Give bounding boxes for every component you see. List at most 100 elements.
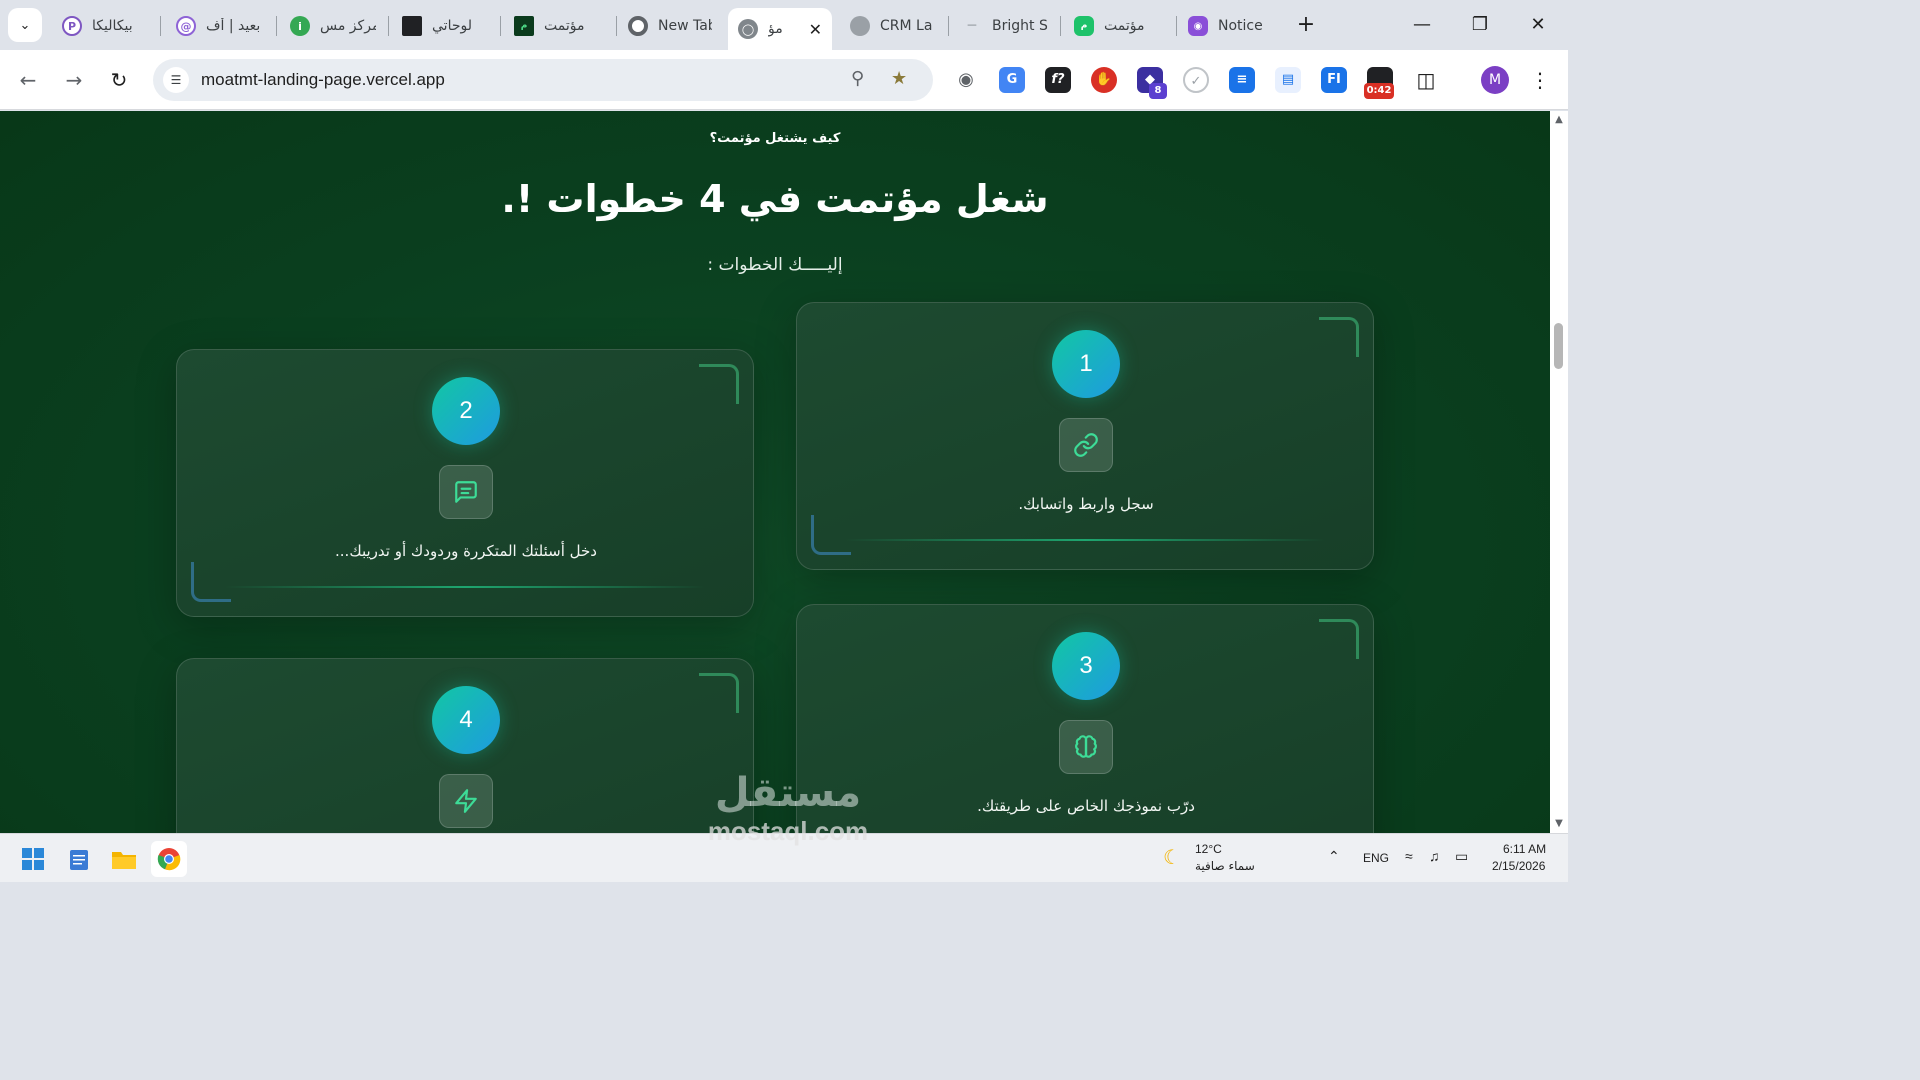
browser-tab-active[interactable]: ◯ مؤ ✕ <box>728 8 832 50</box>
close-tab-icon[interactable]: ✕ <box>801 20 822 39</box>
bolt-icon <box>439 774 493 828</box>
zoom-icon[interactable]: ⚲ <box>851 68 864 89</box>
tab-title: بعيد | أف <box>206 18 261 34</box>
step-card-4: 4 <box>176 658 754 833</box>
minimize-window-button[interactable]: — <box>1402 8 1442 42</box>
step-description: دخل أسئلتك المتكررة وردودك أو تدريبك... <box>335 542 597 560</box>
tab-separator <box>1176 16 1177 36</box>
step-description: سجل واربط واتسابك. <box>1018 495 1154 513</box>
step-card-1: 1 سجل واربط واتسابك. <box>796 302 1374 570</box>
tab-title: لوحاتي <box>432 18 472 34</box>
card-corner-decoration <box>699 673 739 713</box>
step-number: 3 <box>1052 632 1120 700</box>
tab-title: بيكاليكا <box>92 18 133 34</box>
url-text[interactable]: moatmt-landing-page.vercel.app <box>201 70 445 90</box>
tab-title: Notice <box>1218 18 1263 34</box>
browser-tab[interactable]: @ بعيد | أف <box>166 8 274 44</box>
step-card-2: 2 دخل أسئلتك المتكررة وردودك أو تدريبك..… <box>176 349 754 617</box>
scrollbar-thumb[interactable] <box>1554 323 1563 369</box>
section-subheading: إليـــــك الخطوات : <box>707 255 843 275</box>
language-indicator[interactable]: ENG <box>1363 851 1389 865</box>
browser-tab[interactable]: م مؤتمت <box>1064 8 1174 44</box>
card-corner-decoration <box>1319 317 1359 357</box>
address-bar[interactable]: ☰ moatmt-landing-page.vercel.app ⚲ ★ <box>153 59 933 101</box>
eye-icon: ◉ <box>1188 16 1208 36</box>
fonts-extension-icon[interactable]: FI <box>1321 67 1347 93</box>
tab-title: مركز مس <box>320 18 376 34</box>
tab-title: مؤتمت <box>1104 18 1145 34</box>
pikalika-icon: P <box>62 16 82 36</box>
notepad-icon[interactable] <box>61 841 97 877</box>
card-corner-decoration <box>811 515 851 555</box>
baeed-icon: @ <box>176 16 196 36</box>
browser-tab[interactable]: ◉ Notice <box>1178 8 1284 44</box>
info-leaf-icon: i <box>290 16 310 36</box>
tray-overflow-chevron-icon[interactable]: ⌃ <box>1328 848 1340 865</box>
card-corner-decoration <box>1319 619 1359 659</box>
restore-window-button[interactable]: ❐ <box>1460 8 1500 42</box>
camera-extension-icon[interactable]: ◉ <box>953 67 979 93</box>
browser-tab[interactable]: لوحاتي <box>392 8 498 44</box>
back-button[interactable]: ← <box>12 64 44 96</box>
key-icon: ─ <box>967 18 977 34</box>
watermark-arabic: مستقل <box>714 770 862 816</box>
browser-menu-icon[interactable]: ⋮ <box>1530 66 1550 94</box>
file-explorer-icon[interactable] <box>106 841 142 877</box>
compass-extension-icon[interactable]: ✓ <box>1183 67 1209 93</box>
page-scrollbar[interactable] <box>1550 111 1568 833</box>
translate-extension-icon[interactable]: G <box>999 67 1025 93</box>
close-window-button[interactable]: ✕ <box>1518 8 1558 42</box>
extensions-puzzle-icon[interactable]: ◫ <box>1413 67 1439 93</box>
clock-date[interactable]: 2/15/2026 <box>1492 859 1545 873</box>
browser-tab[interactable]: م مؤتمت <box>504 8 614 44</box>
clock-time[interactable]: 6:11 AM <box>1503 842 1546 856</box>
link-icon <box>1059 418 1113 472</box>
reload-button[interactable]: ↻ <box>103 64 135 96</box>
moatmt-dark-icon: م <box>514 16 534 36</box>
forward-button[interactable]: → <box>58 64 90 96</box>
moon-weather-icon[interactable]: ☾ <box>1163 845 1181 869</box>
chrome-taskbar-icon[interactable] <box>151 841 187 877</box>
profile-avatar[interactable]: M <box>1481 66 1509 94</box>
tab-title: CRM La <box>880 18 933 34</box>
windows-start-icon[interactable] <box>15 841 51 877</box>
browser-tab[interactable]: P بيكاليكا <box>52 8 158 44</box>
ruler-extension-icon[interactable]: ≡ <box>1229 67 1255 93</box>
mostaql-watermark: مستقل mostaql.com <box>688 770 888 846</box>
formula-extension-icon[interactable]: f? <box>1045 67 1071 93</box>
adblock-extension-icon[interactable]: ✋ <box>1091 67 1117 93</box>
scroll-down-arrow-icon[interactable]: ▼ <box>1553 818 1565 829</box>
tab-separator <box>500 16 501 36</box>
brain-icon <box>1059 720 1113 774</box>
step-number: 1 <box>1052 330 1120 398</box>
moatmt-green-icon: م <box>1074 16 1094 36</box>
browser-tab[interactable]: CRM La <box>840 8 946 44</box>
step-number: 2 <box>432 377 500 445</box>
tab-separator <box>276 16 277 36</box>
browser-tab[interactable]: ─ Bright S <box>952 8 1058 44</box>
card-corner-decoration <box>699 364 739 404</box>
tab-separator <box>1060 16 1061 36</box>
battery-icon[interactable]: ▭ <box>1455 848 1468 865</box>
clipboard-extension-icon[interactable]: ▤ <box>1275 67 1301 93</box>
globe-icon <box>850 16 870 36</box>
wifi-icon[interactable]: ≈ <box>1405 848 1413 864</box>
card-corner-decoration <box>191 562 231 602</box>
tab-separator <box>948 16 949 36</box>
browser-tab[interactable]: New Tab <box>618 8 722 44</box>
tab-separator <box>388 16 389 36</box>
weather-temperature[interactable]: 12°C <box>1195 842 1222 856</box>
scroll-up-arrow-icon[interactable]: ▲ <box>1553 114 1565 125</box>
weather-description[interactable]: سماء صافية <box>1195 859 1255 873</box>
tab-separator <box>616 16 617 36</box>
tab-search-menu-button[interactable]: ⌄ <box>8 8 42 42</box>
site-info-icon[interactable]: ☰ <box>163 67 189 93</box>
bookmark-star-icon[interactable]: ★ <box>891 68 907 89</box>
new-tab-button[interactable]: + <box>1292 10 1320 40</box>
extension-badge: 8 <box>1149 83 1167 99</box>
browser-tab[interactable]: i مركز مس <box>280 8 386 44</box>
tab-title: مؤتمت <box>544 18 585 34</box>
volume-icon[interactable]: ♫ <box>1429 848 1440 864</box>
timer-badge: 0:42 <box>1364 83 1394 99</box>
chrome-icon <box>628 16 648 36</box>
